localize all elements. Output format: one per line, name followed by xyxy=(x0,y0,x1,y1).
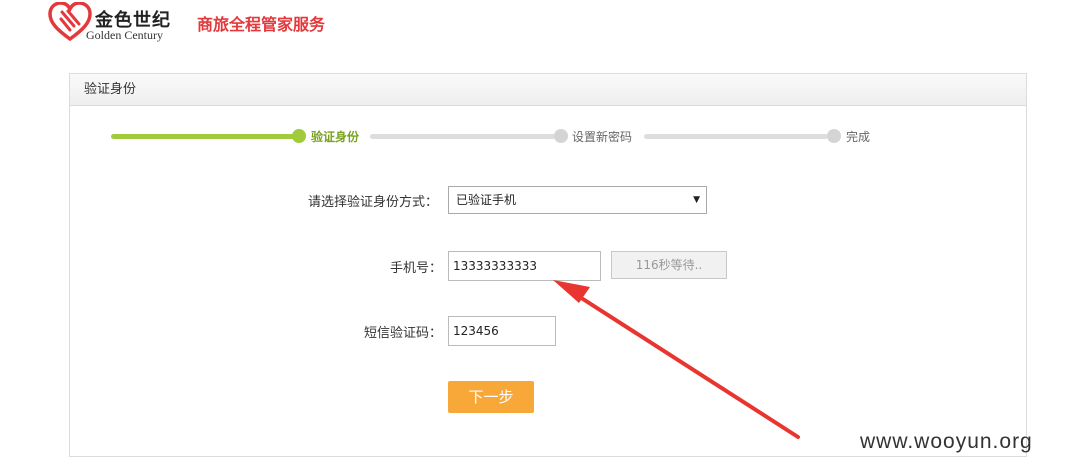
verify-method-selected-value: 已验证手机 xyxy=(456,193,517,207)
progress-line-pending xyxy=(370,134,556,139)
phone-label: 手机号： xyxy=(390,261,443,276)
logo[interactable]: 金色世纪 Golden Century xyxy=(48,2,188,44)
step-label-complete: 完成 xyxy=(846,130,871,144)
verify-identity-panel: 验证身份 验证身份 设置新密码 完成 请选择验证身份方式： 已验证手机 ▼ 手机… xyxy=(69,73,1027,457)
sms-code-input[interactable]: 123456 xyxy=(448,316,556,346)
header-slogan: 商旅全程管家服务 xyxy=(197,15,326,34)
verify-method-select[interactable]: 已验证手机 ▼ xyxy=(448,186,707,214)
watermark-text: www.wooyun.org xyxy=(860,430,1033,453)
step-dot-active xyxy=(292,129,306,143)
dropdown-arrow-icon: ▼ xyxy=(693,195,700,205)
sms-code-label: 短信验证码： xyxy=(364,326,443,341)
send-code-wait-button[interactable]: 116秒等待.. xyxy=(611,251,727,279)
step-label-set-password: 设置新密码 xyxy=(572,130,633,144)
verify-method-label: 请选择验证身份方式： xyxy=(308,195,439,210)
panel-title: 验证身份 xyxy=(70,74,1026,106)
step-label-verify-identity: 验证身份 xyxy=(311,130,360,144)
progress-line-pending xyxy=(644,134,828,139)
phone-input[interactable]: 13333333333 xyxy=(448,251,601,281)
logo-text-en: Golden Century xyxy=(86,28,163,42)
next-step-button[interactable]: 下一步 xyxy=(448,381,534,413)
step-dot-pending xyxy=(554,129,568,143)
step-dot-pending xyxy=(827,129,841,143)
progress-line-completed xyxy=(111,134,299,139)
